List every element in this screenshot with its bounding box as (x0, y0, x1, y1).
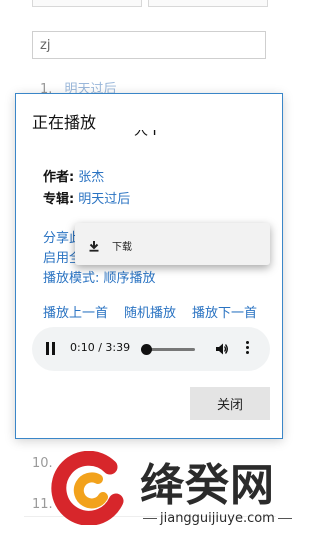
artist-link[interactable]: 张杰 (78, 170, 104, 185)
prev-track-link[interactable]: 播放上一首 (43, 302, 108, 321)
album-link[interactable]: 明天过后 (78, 192, 130, 207)
dialog-title: 正在播放 (32, 113, 97, 132)
album-label: 专辑: (43, 192, 75, 207)
audio-player: 0:10 / 3:39 (32, 327, 270, 371)
more-options-icon[interactable] (246, 341, 250, 355)
top-button-left[interactable] (32, 0, 142, 7)
top-button-right[interactable] (148, 0, 268, 7)
artist-label: 作者: (43, 170, 75, 185)
artist-row: 作者: 张杰 (43, 166, 104, 185)
time-display: 0:10 / 3:39 (70, 341, 131, 354)
seek-bar[interactable] (145, 348, 195, 351)
seek-handle[interactable] (141, 344, 152, 355)
random-play-link[interactable]: 随机播放 (124, 302, 176, 321)
watermark-brand: 绛癸网 (140, 460, 275, 511)
album-row: 专辑: 明天过后 (43, 188, 130, 207)
close-button[interactable]: 关闭 (190, 387, 270, 420)
download-label: 下载 (112, 242, 132, 253)
watermark-url-text: jiangguijiuye.com (160, 511, 275, 526)
context-menu: 下载 (75, 223, 270, 265)
pause-icon[interactable] (46, 342, 56, 355)
volume-icon[interactable] (215, 341, 229, 360)
play-mode-link[interactable]: 播放模式: 顺序播放 (43, 267, 156, 286)
next-track-link[interactable]: 播放下一首 (192, 302, 257, 321)
watermark-logo-icon (48, 450, 134, 529)
watermark-url: jiangguijiuye.com (140, 511, 295, 526)
now-playing-dialog: 正在播放 人 I 作者:张杰 专辑:明天过后 分享此 启用全 播放模式: 顺序播… (15, 93, 283, 439)
song-title: 人 I (134, 130, 157, 137)
download-menu-item[interactable]: 下载 (75, 223, 270, 265)
search-input[interactable] (32, 31, 266, 59)
download-icon (88, 237, 100, 256)
